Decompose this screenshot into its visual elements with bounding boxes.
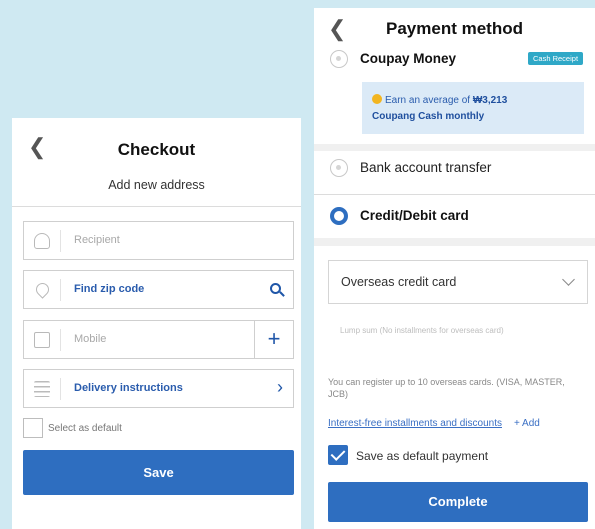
card-limit-note: You can register up to 10 overseas cards… [328, 377, 565, 399]
check-icon[interactable] [328, 445, 348, 465]
chevron-down-icon [562, 273, 575, 286]
credit-card-radio[interactable] [330, 207, 348, 225]
search-icon[interactable] [270, 283, 281, 294]
links-row: Interest-free installments and discounts… [328, 418, 540, 429]
plus-icon[interactable]: + [254, 321, 293, 358]
complete-button[interactable]: Complete [328, 482, 588, 522]
page-title: Payment method [386, 19, 523, 38]
promo-amount: ₩3,213 [472, 95, 508, 106]
save-default-label: Save as default payment [356, 449, 489, 463]
mobile-placeholder: Mobile [74, 333, 107, 345]
zip-code-field[interactable]: Find zip code [23, 270, 294, 309]
page-subtitle: Add new address [108, 178, 205, 192]
coupay-radio[interactable] [330, 50, 348, 68]
list-icon [34, 381, 50, 397]
card-type-value: Overseas credit card [341, 275, 457, 289]
section-gap [314, 238, 595, 246]
add-card-link[interactable]: + Add [514, 418, 540, 429]
installment-select[interactable]: Lump sum (No installments for overseas c… [340, 326, 504, 335]
card-type-select[interactable]: Overseas credit card [328, 260, 588, 304]
save-button[interactable]: Save [23, 450, 294, 495]
person-icon [34, 233, 50, 249]
recipient-field[interactable]: Recipient [23, 221, 294, 260]
page-title: Checkout [117, 140, 196, 159]
default-checkbox-label: Select as default [48, 423, 122, 434]
mobile-field[interactable]: Mobile + [23, 320, 294, 359]
promo-line2: Coupang Cash monthly [372, 111, 485, 122]
zip-code-label: Find zip code [74, 283, 145, 295]
promo-text: Earn an average of [385, 95, 473, 106]
payment-panel: ❮ Payment method Coupay Money Cash Recei… [314, 8, 595, 529]
location-pin-icon [33, 280, 52, 299]
divider [314, 194, 595, 195]
section-gap [314, 144, 595, 151]
bank-transfer-radio[interactable] [330, 159, 348, 177]
recipient-placeholder: Recipient [74, 234, 120, 246]
checkout-panel: ❮ Checkout Add new address Recipient Fin… [12, 118, 301, 529]
credit-card-label: Credit/Debit card [360, 208, 469, 223]
coupay-label: Coupay Money [360, 51, 457, 66]
chevron-right-icon: › [277, 377, 283, 397]
divider [12, 206, 301, 207]
bank-transfer-label: Bank account transfer [360, 160, 492, 175]
delivery-instructions-field[interactable]: Delivery instructions › [23, 369, 294, 408]
promo-box: Earn an average of ₩3,213 Coupang Cash m… [362, 82, 584, 134]
installments-link[interactable]: Interest-free installments and discounts [328, 418, 502, 429]
cash-receipt-badge[interactable]: Cash Receipt [528, 52, 584, 65]
coin-icon [372, 94, 382, 104]
delivery-instructions-label: Delivery instructions [74, 382, 183, 394]
default-checkbox[interactable] [23, 418, 43, 438]
phone-icon [34, 332, 50, 348]
